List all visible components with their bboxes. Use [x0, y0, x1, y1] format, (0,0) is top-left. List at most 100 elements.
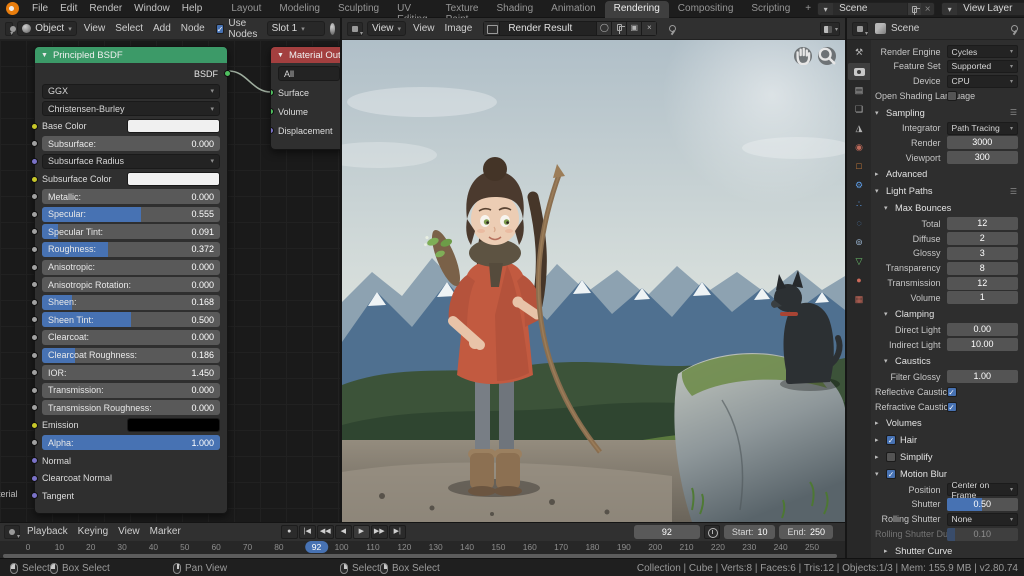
node-canvas[interactable]: ▼ Principled BSDF BSDF GGX▾Christensen-B…: [0, 40, 340, 522]
prop-dropdown[interactable]: Center on Frame▾: [947, 483, 1019, 496]
use-nodes-toggle[interactable]: ✓ Use Nodes: [216, 18, 259, 40]
purple-socket[interactable]: [31, 492, 38, 499]
properties-tab-view-layer[interactable]: ❏: [848, 101, 870, 118]
properties-tab-object-data[interactable]: ▽: [848, 253, 870, 270]
unlink-scene-button[interactable]: ×: [921, 3, 934, 15]
prev-keyframe-button[interactable]: ◀◀: [317, 525, 334, 539]
unlink-image-button[interactable]: ×: [641, 22, 656, 35]
menu-render[interactable]: Render: [83, 3, 128, 14]
material-output-node[interactable]: ▼ Material Output All SurfaceVolumeDispl…: [270, 46, 340, 150]
panel-checkbox[interactable]: [886, 452, 896, 462]
workspace-tab-uv-editing[interactable]: UV Editing: [388, 1, 437, 18]
panel-clamping[interactable]: ▾Clamping: [875, 307, 1018, 321]
open-image-button[interactable]: ▣: [626, 22, 641, 35]
panel-sampling[interactable]: ▾Sampling☰: [875, 106, 1018, 120]
node-dropdown[interactable]: GGX▾: [42, 84, 220, 99]
color-swatch[interactable]: [127, 418, 220, 432]
prop-dropdown[interactable]: Path Tracing▾: [947, 122, 1019, 135]
node-slider[interactable]: Subsurface:0.000: [42, 136, 220, 151]
gray-socket[interactable]: [31, 334, 38, 341]
node-slider[interactable]: IOR:1.450: [42, 365, 220, 380]
prop-dropdown[interactable]: CPU▾: [947, 75, 1019, 88]
purple-socket[interactable]: [31, 158, 38, 165]
play-reverse-button[interactable]: ◀: [335, 525, 352, 539]
properties-tab-texture[interactable]: ▦: [848, 291, 870, 308]
panel-volumes[interactable]: ▸Volumes: [875, 416, 1018, 430]
properties-tab-constraints[interactable]: ⊚: [848, 234, 870, 251]
scene-selector[interactable]: ▾ Scene ×: [817, 2, 935, 16]
properties-tab-render[interactable]: [848, 63, 870, 80]
gray-socket[interactable]: [31, 387, 38, 394]
gray-socket[interactable]: [31, 228, 38, 235]
menu-playback[interactable]: Playback: [22, 526, 73, 537]
gray-socket[interactable]: [31, 211, 38, 218]
principled-bsdf-node[interactable]: ▼ Principled BSDF BSDF GGX▾Christensen-B…: [34, 46, 228, 514]
pin-icon[interactable]: [1009, 24, 1019, 34]
properties-tab-object[interactable]: □: [848, 158, 870, 175]
menu-marker[interactable]: Marker: [145, 526, 186, 537]
green-socket[interactable]: [271, 108, 274, 115]
node-slider[interactable]: Metallic:0.000: [42, 189, 220, 204]
gray-socket[interactable]: [31, 352, 38, 359]
prop-checkbox[interactable]: ✓: [947, 387, 957, 397]
gray-socket[interactable]: [31, 193, 38, 200]
output-node-header[interactable]: ▼ Material Output: [271, 47, 340, 63]
pan-hand-icon[interactable]: [794, 47, 812, 65]
editor-type-button[interactable]: [5, 22, 13, 36]
view-layer-selector[interactable]: ▾ View Layer ×: [941, 2, 1024, 16]
prop-checkbox[interactable]: [947, 91, 957, 101]
gray-socket[interactable]: [31, 264, 38, 271]
prop-number-field[interactable]: 10.00: [947, 338, 1019, 351]
prop-dropdown[interactable]: None▾: [947, 513, 1019, 526]
new-scene-button[interactable]: [907, 3, 921, 15]
gray-socket[interactable]: [31, 316, 38, 323]
menu-view[interactable]: View: [113, 526, 145, 537]
panel-hair[interactable]: ▸✓Hair: [875, 433, 1018, 447]
editor-type-button[interactable]: [4, 525, 20, 539]
node-dropdown[interactable]: Subsurface Radius▾: [42, 154, 220, 169]
display-channels-dropdown[interactable]: [820, 22, 840, 36]
gray-socket[interactable]: [31, 140, 38, 147]
prop-slider[interactable]: 0.50: [947, 498, 1019, 511]
workspace-tab-modeling[interactable]: Modeling: [270, 1, 329, 18]
timeline-ruler[interactable]: 0102030405060708010011012013014015016017…: [0, 541, 845, 554]
panel-caustics[interactable]: ▾Caustics: [875, 354, 1018, 368]
menu-edit[interactable]: Edit: [54, 3, 83, 14]
prop-number-field[interactable]: 300: [947, 151, 1019, 164]
menu-select[interactable]: Select: [110, 23, 148, 34]
node-slider[interactable]: Anisotropic:0.000: [42, 260, 220, 275]
color-swatch[interactable]: [127, 172, 220, 186]
workspace-tab-texture-paint[interactable]: Texture Paint: [437, 1, 488, 18]
current-frame-field[interactable]: 92: [634, 525, 700, 539]
properties-tab-world[interactable]: ◉: [848, 139, 870, 156]
properties-tab-modifiers[interactable]: ⚙: [848, 177, 870, 194]
panel-shutter-curve[interactable]: ▸Shutter Curve: [875, 544, 1018, 558]
image-mode-dropdown[interactable]: View ▾: [367, 21, 406, 36]
menu-file[interactable]: File: [26, 3, 54, 14]
node-slider[interactable]: Clearcoat Roughness:0.186: [42, 348, 220, 363]
material-preview-icon[interactable]: [330, 23, 335, 35]
panel-max-bounces[interactable]: ▾Max Bounces: [875, 201, 1018, 215]
yellow-socket[interactable]: [31, 422, 38, 429]
prop-number-field[interactable]: 12: [947, 277, 1019, 290]
panel-simplify[interactable]: ▸Simplify: [875, 450, 1018, 464]
panel-advanced[interactable]: ▸Advanced: [875, 167, 1018, 181]
slot-dropdown[interactable]: Slot 1 ▾: [267, 21, 325, 36]
workspace-tab-shading[interactable]: Shading: [487, 1, 542, 18]
pin-icon[interactable]: [667, 24, 677, 34]
prop-number-field[interactable]: 3: [947, 247, 1019, 260]
jump-to-end-button[interactable]: ▶|: [389, 525, 406, 539]
panel-presets-icon[interactable]: ☰: [1010, 187, 1018, 196]
node-slider[interactable]: Specular:0.555: [42, 207, 220, 222]
menu-image[interactable]: Image: [440, 23, 478, 34]
principled-node-header[interactable]: ▼ Principled BSDF: [35, 47, 227, 63]
prop-dropdown[interactable]: Cycles▾: [947, 45, 1019, 58]
record-button[interactable]: ●: [281, 525, 298, 539]
color-swatch[interactable]: [127, 119, 220, 133]
browse-image-button[interactable]: ◯: [596, 22, 611, 35]
properties-tab-output[interactable]: ▤: [848, 82, 870, 99]
collapse-triangle-icon[interactable]: ▼: [41, 52, 48, 59]
workspace-tab-animation[interactable]: Animation: [542, 1, 604, 18]
workspace-tab-layout[interactable]: Layout: [222, 1, 270, 18]
properties-tab-material[interactable]: ●: [848, 272, 870, 289]
